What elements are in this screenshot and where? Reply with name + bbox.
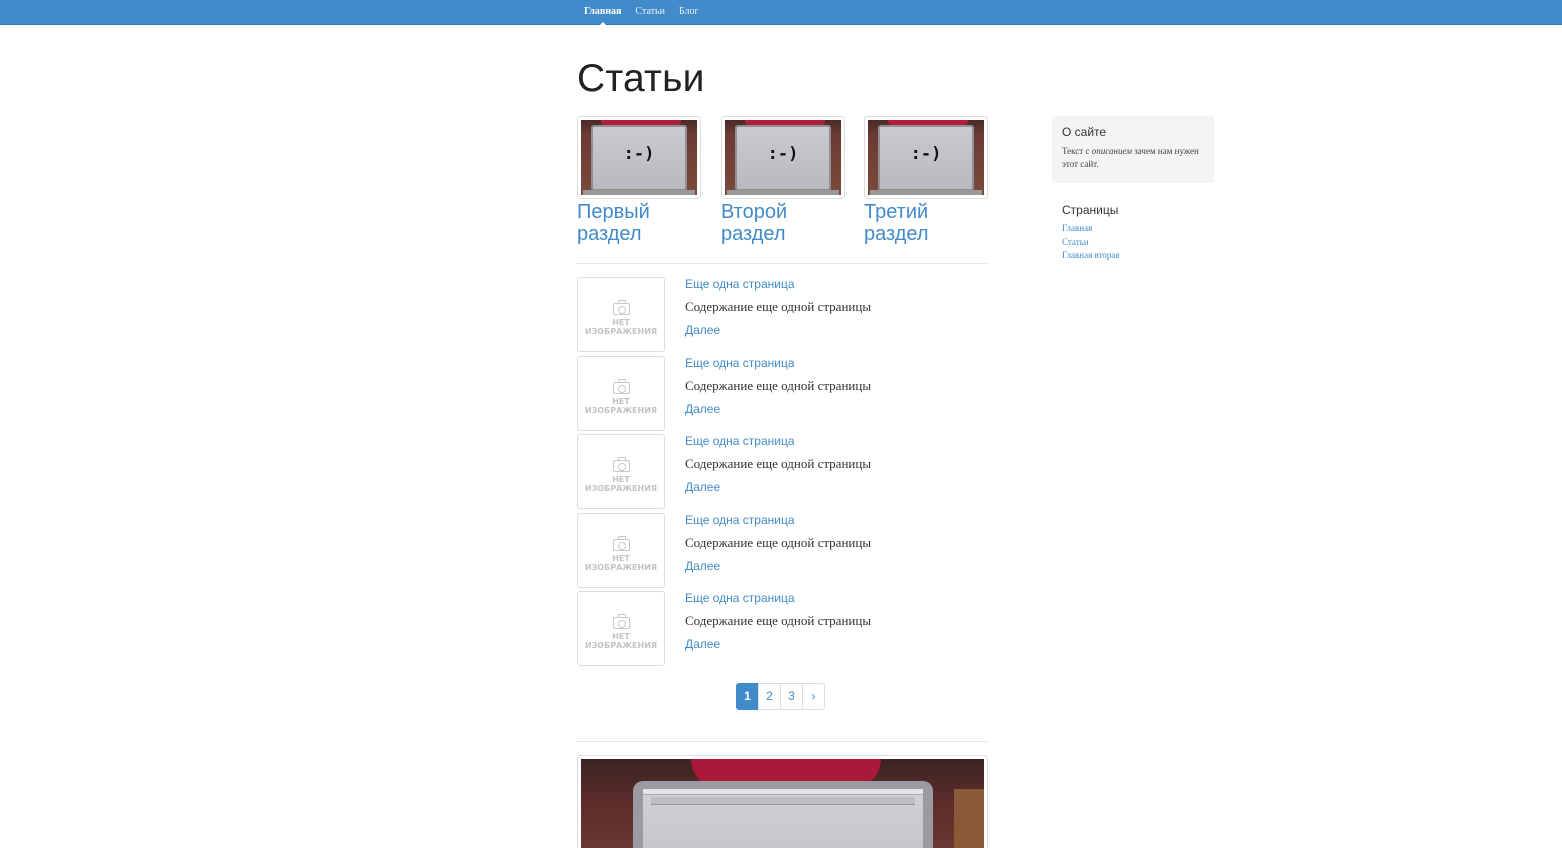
- no-image-placeholder[interactable]: НЕТ ИЗОБРАЖЕНИЯ: [577, 591, 665, 666]
- about-text: Текст с описанием зачем нам нужен этот с…: [1062, 146, 1199, 169]
- list-item: НЕТ ИЗОБРАЖЕНИЯ Еще одна страница Содержа…: [577, 356, 988, 431]
- nav-item-home[interactable]: Главная: [577, 0, 628, 26]
- camera-icon: [613, 379, 630, 394]
- section-thumbnail[interactable]: :-): [577, 116, 701, 199]
- laptop-photo: :-): [868, 120, 984, 195]
- no-image-placeholder[interactable]: НЕТ ИЗОБРАЖЕНИЯ: [577, 356, 665, 431]
- article-summary: Содержание еще одной страницы: [685, 299, 872, 314]
- article-title-link[interactable]: Еще одна страница: [685, 277, 795, 291]
- pages-widget-title: Страницы: [1062, 203, 1119, 217]
- section-card: :-) Первый раздел: [577, 116, 701, 245]
- page-button-3[interactable]: 3: [780, 683, 803, 710]
- list-item: НЕТ ИЗОБРАЖЕНИЯ Еще одна страница Содержа…: [577, 277, 988, 352]
- nav-item-articles[interactable]: Статьи: [628, 0, 672, 25]
- section-thumbnail[interactable]: :-): [721, 116, 845, 199]
- read-more-link[interactable]: Далее: [685, 323, 720, 337]
- article-title-link[interactable]: Еще одна страница: [685, 356, 795, 370]
- section-title-link[interactable]: Второй раздел: [721, 201, 845, 245]
- article-summary: Содержание еще одной страницы: [685, 456, 872, 471]
- article-summary: Содержание еще одной страницы: [685, 378, 872, 393]
- list-item: НЕТ ИЗОБРАЖЕНИЯ Еще одна страница Содержа…: [577, 434, 988, 509]
- no-image-placeholder[interactable]: НЕТ ИЗОБРАЖЕНИЯ: [577, 277, 665, 352]
- list-item: НЕТ ИЗОБРАЖЕНИЯ Еще одна страница Содержа…: [577, 513, 988, 588]
- laptop-photo: :-): [725, 120, 841, 195]
- divider: [577, 741, 988, 742]
- next-page-button[interactable]: ›: [802, 683, 825, 710]
- photo-screen-text: :-): [910, 144, 942, 164]
- page-button-1[interactable]: 1: [736, 683, 759, 710]
- pages-list: Главная Статьи Главная вторая: [1062, 222, 1119, 263]
- no-image-placeholder[interactable]: НЕТ ИЗОБРАЖЕНИЯ: [577, 513, 665, 588]
- main-nav: Главная Статьи Блог: [577, 0, 706, 26]
- laptop-photo: :-): [581, 120, 697, 195]
- read-more-link[interactable]: Далее: [685, 559, 720, 573]
- top-navbar: Главная Статьи Блог: [0, 0, 1562, 26]
- camera-icon: [613, 614, 630, 629]
- article-title-link[interactable]: Еще одна страница: [685, 591, 795, 605]
- article-summary: Содержание еще одной страницы: [685, 535, 872, 550]
- read-more-link[interactable]: Далее: [685, 402, 720, 416]
- camera-icon: [613, 457, 630, 472]
- page-title: Статьи: [577, 57, 705, 100]
- camera-icon: [613, 536, 630, 551]
- about-widget: О сайте Текст с описанием зачем нам нуже…: [1052, 116, 1214, 183]
- read-more-link[interactable]: Далее: [685, 480, 720, 494]
- section-card: :-) Второй раздел: [721, 116, 845, 245]
- sidebar-link-articles[interactable]: Статьи: [1062, 237, 1089, 247]
- camera-icon: [613, 300, 630, 315]
- page-button-2[interactable]: 2: [758, 683, 781, 710]
- section-card: :-) Третий раздел: [864, 116, 988, 245]
- about-title: О сайте: [1062, 125, 1107, 139]
- article-title-link[interactable]: Еще одна страница: [685, 513, 795, 527]
- sidebar-link-home[interactable]: Главная: [1062, 223, 1092, 233]
- read-more-link[interactable]: Далее: [685, 637, 720, 651]
- photo-screen-text: :-): [623, 144, 655, 164]
- sidebar-link-home-second[interactable]: Главная вторая: [1062, 250, 1119, 260]
- article-title-link[interactable]: Еще одна страница: [685, 434, 795, 448]
- nav-item-blog[interactable]: Блог: [672, 0, 706, 25]
- section-thumbnail[interactable]: :-): [864, 116, 988, 199]
- section-title-link[interactable]: Третий раздел: [864, 201, 988, 245]
- featured-image[interactable]: [577, 755, 988, 848]
- pagination: 1 2 3 ›: [736, 683, 825, 710]
- article-summary: Содержание еще одной страницы: [685, 613, 872, 628]
- section-title-link[interactable]: Первый раздел: [577, 201, 701, 245]
- laptop-photo-large: [581, 759, 984, 848]
- photo-screen-text: :-): [767, 144, 799, 164]
- list-item: НЕТ ИЗОБРАЖЕНИЯ Еще одна страница Содержа…: [577, 591, 988, 666]
- no-image-placeholder[interactable]: НЕТ ИЗОБРАЖЕНИЯ: [577, 434, 665, 509]
- divider: [577, 263, 988, 264]
